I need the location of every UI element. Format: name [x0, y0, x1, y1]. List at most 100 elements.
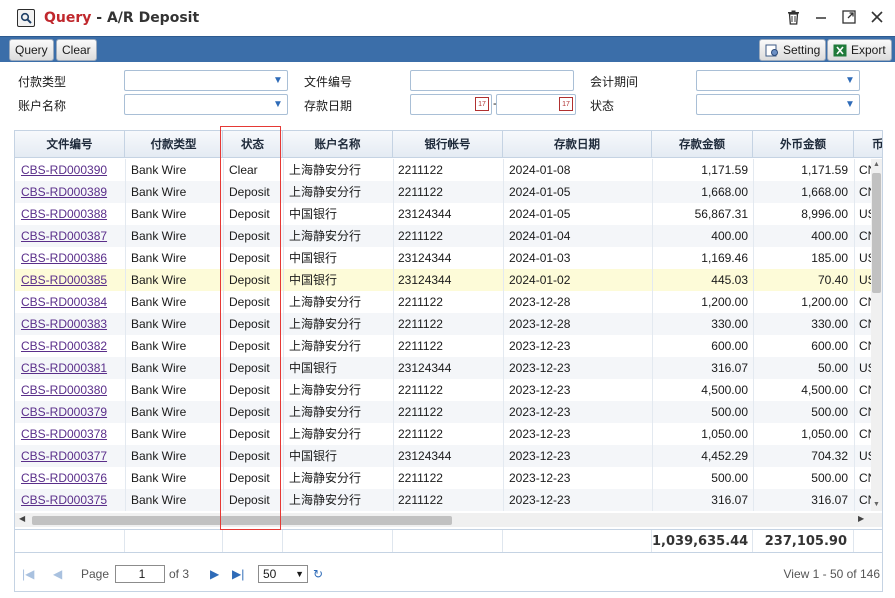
- table-row[interactable]: CBS-RD000375 Bank Wire Deposit 上海静安分行 221112…: [15, 489, 871, 511]
- chevron-down-icon: ▼: [273, 75, 283, 86]
- account-name-cell: 上海静安分行: [289, 163, 362, 177]
- setting-button[interactable]: Setting: [759, 39, 827, 61]
- query-button[interactable]: Query: [9, 39, 54, 61]
- prev-page-icon[interactable]: ◀: [53, 567, 62, 581]
- grid-divider: [393, 159, 394, 511]
- status-cell: Deposit: [229, 493, 270, 507]
- deposit-date-cell: 2023-12-23: [509, 471, 571, 485]
- doc-no-link[interactable]: CBS-RD000379: [21, 401, 121, 423]
- col-header-currency[interactable]: 币: [854, 131, 882, 157]
- col-header-deposit-date[interactable]: 存款日期: [503, 131, 652, 157]
- deposit-date-cell: 2023-12-28: [509, 295, 571, 309]
- col-header-fx-amount[interactable]: 外币金额: [753, 131, 854, 157]
- calendar-icon[interactable]: 17: [475, 97, 489, 111]
- payment-type-select[interactable]: ▼: [124, 70, 288, 91]
- doc-no-link[interactable]: CBS-RD000378: [21, 423, 121, 445]
- col-header-bank-account[interactable]: 银行帐号: [393, 131, 503, 157]
- window-title: Query - A/R Deposit: [44, 10, 199, 26]
- last-page-icon[interactable]: ▶|: [232, 567, 244, 581]
- deposit-date-cell: 2023-12-23: [509, 427, 571, 441]
- period-select[interactable]: ▼: [696, 70, 860, 91]
- col-header-amount[interactable]: 存款金额: [652, 131, 753, 157]
- status-cell: Deposit: [229, 471, 270, 485]
- first-page-icon[interactable]: |◀: [22, 567, 34, 581]
- close-icon[interactable]: [869, 8, 885, 26]
- account-name-cell: 中国银行: [289, 273, 338, 287]
- doc-no-link[interactable]: CBS-RD000387: [21, 225, 121, 247]
- table-row[interactable]: CBS-RD000389 Bank Wire Deposit 上海静安分行 221112…: [15, 181, 871, 203]
- vertical-scroll-thumb[interactable]: [872, 173, 881, 293]
- page-size-select[interactable]: 50 ▼: [258, 565, 308, 583]
- doc-no-link[interactable]: CBS-RD000388: [21, 203, 121, 225]
- grid-divider: [223, 159, 224, 511]
- col-header-doc-no[interactable]: 文件编号: [15, 131, 125, 157]
- doc-no-link[interactable]: CBS-RD000385: [21, 269, 121, 291]
- chevron-down-icon: ▼: [845, 75, 855, 86]
- doc-no-link[interactable]: CBS-RD000375: [21, 489, 121, 511]
- page-number-input[interactable]: 1: [115, 565, 165, 583]
- scroll-down-icon[interactable]: ▼: [871, 499, 882, 511]
- table-row[interactable]: CBS-RD000386 Bank Wire Deposit 中国银行 23124344…: [15, 247, 871, 269]
- doc-no-link[interactable]: CBS-RD000381: [21, 357, 121, 379]
- table-row[interactable]: CBS-RD000383 Bank Wire Deposit 上海静安分行 221112…: [15, 313, 871, 335]
- doc-no-link[interactable]: CBS-RD000383: [21, 313, 121, 335]
- vertical-scrollbar[interactable]: ▲ ▼: [871, 159, 882, 511]
- table-row[interactable]: CBS-RD000377 Bank Wire Deposit 中国银行 23124344…: [15, 445, 871, 467]
- payment-type-cell: Bank Wire: [131, 493, 187, 507]
- next-page-icon[interactable]: ▶: [210, 567, 219, 581]
- maximize-icon[interactable]: [841, 8, 857, 26]
- scroll-left-icon[interactable]: ◀: [19, 514, 25, 523]
- bank-account-cell: 2211122: [398, 229, 443, 243]
- table-row[interactable]: CBS-RD000380 Bank Wire Deposit 上海静安分行 221112…: [15, 379, 871, 401]
- deposit-date-cell: 2023-12-23: [509, 449, 571, 463]
- table-row[interactable]: CBS-RD000384 Bank Wire Deposit 上海静安分行 221112…: [15, 291, 871, 313]
- grid-body: CBS-RD000390 Bank Wire Clear 上海静安分行 2211122 2…: [15, 159, 871, 511]
- page-count-label: of 3: [169, 567, 190, 581]
- fx-amount-cell: 8,996.00: [801, 207, 848, 221]
- deposit-date-to[interactable]: 17: [496, 94, 576, 115]
- doc-no-link[interactable]: CBS-RD000389: [21, 181, 121, 203]
- table-row[interactable]: CBS-RD000387 Bank Wire Deposit 上海静安分行 221112…: [15, 225, 871, 247]
- doc-no-link[interactable]: CBS-RD000386: [21, 247, 121, 269]
- export-button[interactable]: Export: [827, 39, 892, 61]
- table-row[interactable]: CBS-RD000382 Bank Wire Deposit 上海静安分行 221112…: [15, 335, 871, 357]
- doc-no-link[interactable]: CBS-RD000376: [21, 467, 121, 489]
- currency-cell: CN: [859, 185, 871, 199]
- grid-divider: [283, 159, 284, 511]
- calendar-icon[interactable]: 17: [559, 97, 573, 111]
- table-row[interactable]: CBS-RD000388 Bank Wire Deposit 中国银行 23124344…: [15, 203, 871, 225]
- col-header-payment-type[interactable]: 付款类型: [125, 131, 223, 157]
- doc-no-link[interactable]: CBS-RD000384: [21, 291, 121, 313]
- table-row[interactable]: CBS-RD000378 Bank Wire Deposit 上海静安分行 221112…: [15, 423, 871, 445]
- fx-amount-cell: 316.07: [811, 493, 848, 507]
- doc-no-link[interactable]: CBS-RD000390: [21, 159, 121, 181]
- table-row[interactable]: CBS-RD000385 Bank Wire Deposit 中国银行 23124344…: [15, 269, 871, 291]
- status-select[interactable]: ▼: [696, 94, 860, 115]
- doc-no-link[interactable]: CBS-RD000382: [21, 335, 121, 357]
- col-header-status[interactable]: 状态: [223, 131, 283, 157]
- horizontal-scrollbar[interactable]: ◀ ▶: [15, 513, 882, 527]
- table-row[interactable]: CBS-RD000390 Bank Wire Clear 上海静安分行 2211122 2…: [15, 159, 871, 181]
- table-row[interactable]: CBS-RD000379 Bank Wire Deposit 上海静安分行 221112…: [15, 401, 871, 423]
- deposit-date-from[interactable]: 17: [410, 94, 492, 115]
- clear-button[interactable]: Clear: [56, 39, 97, 61]
- scroll-up-icon[interactable]: ▲: [871, 159, 882, 171]
- payment-type-cell: Bank Wire: [131, 405, 187, 419]
- table-row[interactable]: CBS-RD000376 Bank Wire Deposit 上海静安分行 221112…: [15, 467, 871, 489]
- amount-cell: 1,050.00: [701, 427, 748, 441]
- grid-divider: [503, 159, 504, 511]
- account-name-select[interactable]: ▼: [124, 94, 288, 115]
- payment-type-cell: Bank Wire: [131, 383, 187, 397]
- fx-amount-cell: 70.40: [817, 273, 848, 287]
- minimize-icon[interactable]: [813, 8, 829, 26]
- doc-no-link[interactable]: CBS-RD000377: [21, 445, 121, 467]
- trash-icon[interactable]: [785, 8, 801, 26]
- col-header-account-name[interactable]: 账户名称: [283, 131, 393, 157]
- horizontal-scroll-thumb[interactable]: [32, 516, 452, 525]
- table-row[interactable]: CBS-RD000381 Bank Wire Deposit 中国银行 23124344…: [15, 357, 871, 379]
- doc-no-input[interactable]: [410, 70, 574, 91]
- fx-amount-cell: 500.00: [811, 471, 848, 485]
- refresh-icon[interactable]: ↻: [313, 567, 323, 581]
- doc-no-link[interactable]: CBS-RD000380: [21, 379, 121, 401]
- scroll-right-icon[interactable]: ▶: [858, 514, 864, 523]
